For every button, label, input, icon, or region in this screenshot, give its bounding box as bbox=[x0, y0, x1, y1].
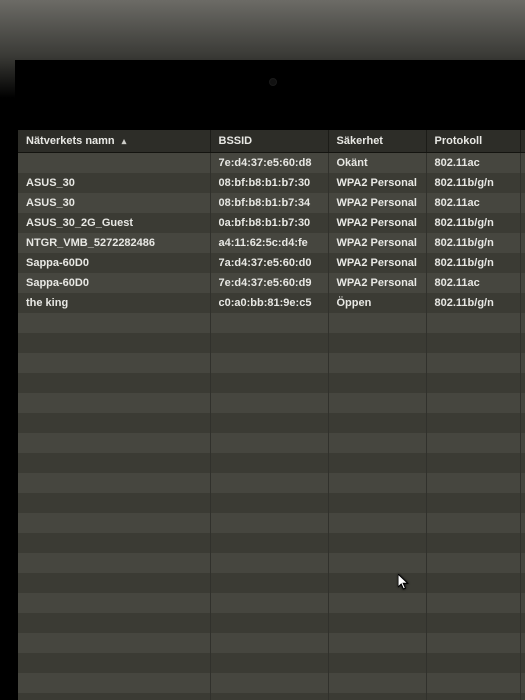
cell-security: WPA2 Personal bbox=[328, 213, 426, 233]
table-row[interactable]: the kingc0:a0:bb:81:9e:c5Öppen802.11b/g/… bbox=[18, 293, 525, 313]
cell-bssid: 7e:d4:37:e5:60:d8 bbox=[210, 153, 328, 174]
webcam-dot bbox=[269, 78, 277, 86]
cell-rssi: -39 bbox=[520, 153, 525, 174]
table-row-empty bbox=[18, 633, 525, 653]
wifi-network-table: Nätverkets namn ▴ BSSID Säkerhet Protoko… bbox=[18, 130, 525, 700]
cell-bssid: 0a:bf:b8:b1:b7:30 bbox=[210, 213, 328, 233]
cell-protocol: 802.11b/g/n bbox=[426, 173, 520, 193]
col-header-rssi[interactable]: RSSI bbox=[520, 130, 525, 153]
screen-area: Nätverkets namn ▴ BSSID Säkerhet Protoko… bbox=[18, 130, 525, 700]
table-row[interactable]: 7e:d4:37:e5:60:d8Okänt802.11ac-39 bbox=[18, 153, 525, 174]
cell-rssi: -39 bbox=[520, 273, 525, 293]
cell-bssid: c0:a0:bb:81:9e:c5 bbox=[210, 293, 328, 313]
table-row-empty bbox=[18, 353, 525, 373]
table-row-empty bbox=[18, 653, 525, 673]
table-row-empty bbox=[18, 573, 525, 593]
cell-rssi: -89 bbox=[520, 193, 525, 213]
cell-protocol: 802.11b/g/n bbox=[426, 253, 520, 273]
cell-protocol: 802.11b/g/n bbox=[426, 213, 520, 233]
cell-name: ASUS_30 bbox=[18, 193, 210, 213]
cell-bssid: 08:bf:b8:b1:b7:30 bbox=[210, 173, 328, 193]
col-header-protocol[interactable]: Protokoll bbox=[426, 130, 520, 153]
table-row-empty bbox=[18, 333, 525, 353]
cell-security: WPA2 Personal bbox=[328, 273, 426, 293]
sort-asc-icon: ▴ bbox=[122, 136, 127, 147]
cell-name: ASUS_30 bbox=[18, 173, 210, 193]
cell-rssi: -78 bbox=[520, 173, 525, 193]
table-row-empty bbox=[18, 593, 525, 613]
cell-protocol: 802.11b/g/n bbox=[426, 233, 520, 253]
cell-bssid: 7e:d4:37:e5:60:d9 bbox=[210, 273, 328, 293]
cell-bssid: a4:11:62:5c:d4:fe bbox=[210, 233, 328, 253]
table-header-row: Nätverkets namn ▴ BSSID Säkerhet Protoko… bbox=[18, 130, 525, 153]
table-row[interactable]: NTGR_VMB_5272282486a4:11:62:5c:d4:feWPA2… bbox=[18, 233, 525, 253]
cell-protocol: 802.11ac bbox=[426, 193, 520, 213]
table-row[interactable]: ASUS_3008:bf:b8:b1:b7:34WPA2 Personal802… bbox=[18, 193, 525, 213]
table-row-empty bbox=[18, 313, 525, 333]
col-header-name[interactable]: Nätverkets namn ▴ bbox=[18, 130, 210, 153]
table-row[interactable]: ASUS_30_2G_Guest0a:bf:b8:b1:b7:30WPA2 Pe… bbox=[18, 213, 525, 233]
table-row[interactable]: Sappa-60D07a:d4:37:e5:60:d0WPA2 Personal… bbox=[18, 253, 525, 273]
table-row-empty bbox=[18, 433, 525, 453]
cell-name: the king bbox=[18, 293, 210, 313]
cell-rssi: -46 bbox=[520, 253, 525, 273]
table-row-empty bbox=[18, 473, 525, 493]
cell-bssid: 7a:d4:37:e5:60:d0 bbox=[210, 253, 328, 273]
table-row-empty bbox=[18, 553, 525, 573]
table-row[interactable]: Sappa-60D07e:d4:37:e5:60:d9WPA2 Personal… bbox=[18, 273, 525, 293]
table-row-empty bbox=[18, 693, 525, 700]
table-row-empty bbox=[18, 453, 525, 473]
cell-name: NTGR_VMB_5272282486 bbox=[18, 233, 210, 253]
table-row-empty bbox=[18, 373, 525, 393]
col-header-security[interactable]: Säkerhet bbox=[328, 130, 426, 153]
cell-rssi: -78 bbox=[520, 213, 525, 233]
cell-security: WPA2 Personal bbox=[328, 253, 426, 273]
table-row-empty bbox=[18, 533, 525, 553]
table-row-empty bbox=[18, 673, 525, 693]
table-row-empty bbox=[18, 413, 525, 433]
col-header-bssid[interactable]: BSSID bbox=[210, 130, 328, 153]
cell-rssi: -77 bbox=[520, 293, 525, 313]
cell-security: Öppen bbox=[328, 293, 426, 313]
cell-security: WPA2 Personal bbox=[328, 193, 426, 213]
cell-name: Sappa-60D0 bbox=[18, 273, 210, 293]
cell-bssid: 08:bf:b8:b1:b7:34 bbox=[210, 193, 328, 213]
cell-security: WPA2 Personal bbox=[328, 233, 426, 253]
cell-name: ASUS_30_2G_Guest bbox=[18, 213, 210, 233]
table-row-empty bbox=[18, 393, 525, 413]
table-body: 7e:d4:37:e5:60:d8Okänt802.11ac-39ASUS_30… bbox=[18, 153, 525, 700]
table-row[interactable]: ASUS_3008:bf:b8:b1:b7:30WPA2 Personal802… bbox=[18, 173, 525, 193]
cell-name: Sappa-60D0 bbox=[18, 253, 210, 273]
cell-protocol: 802.11ac bbox=[426, 153, 520, 174]
cell-protocol: 802.11ac bbox=[426, 273, 520, 293]
cell-rssi: -42 bbox=[520, 233, 525, 253]
table-row-empty bbox=[18, 513, 525, 533]
cell-security: Okänt bbox=[328, 153, 426, 174]
cell-protocol: 802.11b/g/n bbox=[426, 293, 520, 313]
cell-name bbox=[18, 153, 210, 174]
table-row-empty bbox=[18, 613, 525, 633]
table-row-empty bbox=[18, 493, 525, 513]
col-header-name-label: Nätverkets namn bbox=[26, 135, 115, 147]
cell-security: WPA2 Personal bbox=[328, 173, 426, 193]
